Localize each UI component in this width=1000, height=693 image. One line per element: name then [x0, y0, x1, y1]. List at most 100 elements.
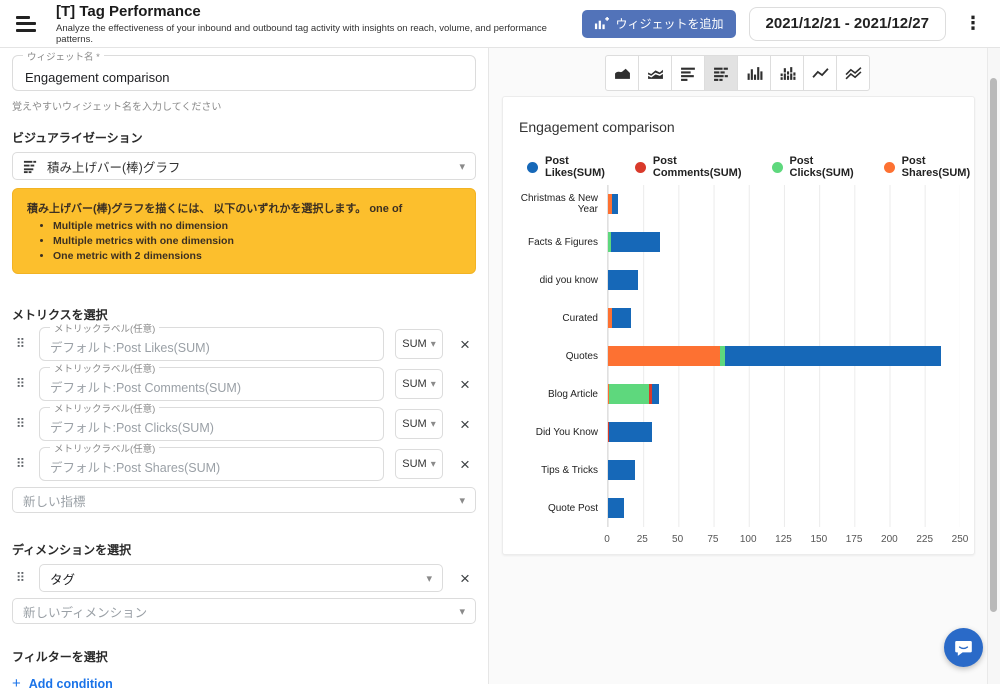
x-tick-label: 200 [881, 534, 898, 545]
app-header: [T] Tag Performance Analyze the effectiv… [0, 0, 1000, 48]
remove-metric-icon[interactable]: × [454, 416, 476, 433]
remove-metric-icon[interactable]: × [454, 456, 476, 473]
chart-type-bar-chart-button[interactable] [671, 55, 705, 91]
bar-segment[interactable] [609, 384, 649, 404]
bar-track [607, 451, 960, 489]
bar-track [607, 223, 960, 261]
widget-name-label: ウィジェット名 * [23, 49, 104, 63]
bar-segment[interactable] [611, 232, 660, 252]
chart-type-column-chart-button[interactable] [737, 55, 771, 91]
bar-segment[interactable] [608, 270, 638, 290]
stacked-bar[interactable] [608, 308, 631, 328]
aggregation-select[interactable]: SUM▾ [395, 409, 443, 439]
category-label: Curated [517, 313, 607, 324]
widget-name-field: ウィジェット名 * [12, 55, 476, 91]
stacked-bar[interactable] [608, 270, 638, 290]
metric-label-field: メトリックラベル(任意) [39, 447, 384, 481]
category-label: Christmas & New Year [517, 193, 607, 215]
bar-segment[interactable] [612, 308, 630, 328]
add-dimension-select[interactable]: 新しいディメンション ▾ [12, 598, 476, 624]
legend-label: Post Shares(SUM) [902, 155, 970, 179]
stacked-bar[interactable] [608, 194, 618, 214]
bar-segment[interactable] [608, 498, 624, 518]
bar-segment[interactable] [612, 194, 618, 214]
x-tick-label: 225 [916, 534, 933, 545]
kebab-menu-icon[interactable]: ⋮ [960, 13, 986, 34]
chart-type-stacked-area-chart-button[interactable] [638, 55, 672, 91]
visualization-select[interactable]: 積み上げバー(棒)グラフ ▾ [12, 152, 476, 180]
menu-icon[interactable] [16, 16, 38, 32]
legend-item[interactable]: Post Shares(SUM) [884, 155, 970, 179]
chevron-down-icon: ▾ [426, 572, 432, 585]
legend-item[interactable]: Post Comments(SUM) [635, 155, 742, 179]
add-metric-select[interactable]: 新しい指標 ▾ [12, 487, 476, 513]
remove-dimension-icon[interactable]: × [454, 570, 476, 587]
chat-button[interactable] [944, 628, 983, 667]
chevron-down-icon: ▾ [431, 419, 436, 430]
bar-segment[interactable] [725, 346, 941, 366]
chart-row: Quotes [517, 337, 960, 375]
legend-dot [527, 162, 538, 173]
bar-track [607, 375, 960, 413]
aggregation-select[interactable]: SUM▾ [395, 369, 443, 399]
stacked-bar[interactable] [608, 498, 624, 518]
aggregation-select[interactable]: SUM▾ [395, 449, 443, 479]
bar-track [607, 299, 960, 337]
aggregation-select[interactable]: SUM▾ [395, 329, 443, 359]
date-range-picker[interactable]: 2021/12/21 - 2021/12/27 [749, 7, 946, 41]
x-tick-label: 250 [952, 534, 969, 545]
bar-track [607, 489, 960, 527]
warning-bullet: Multiple metrics with no dimension [53, 220, 461, 232]
drag-handle-icon[interactable]: ⠿ [12, 376, 28, 392]
chevron-down-icon: ▾ [431, 339, 436, 350]
scrollbar-thumb[interactable] [990, 78, 997, 612]
bar-segment[interactable] [609, 422, 651, 442]
legend-label: Post Clicks(SUM) [790, 155, 854, 179]
dimension-select[interactable]: タグ ▾ [39, 564, 443, 592]
drag-handle-icon[interactable]: ⠿ [12, 570, 28, 586]
chart-type-area-chart-button[interactable] [605, 55, 639, 91]
metric-row: ⠿ メトリックラベル(任意) SUM▾ × [12, 407, 476, 441]
chart-plot: Christmas & New YearFacts & Figuresdid y… [517, 185, 960, 527]
stacked-bar[interactable] [608, 346, 941, 366]
chart-row: Quote Post [517, 489, 960, 527]
legend-label: Post Likes(SUM) [545, 155, 605, 179]
bar-track [607, 413, 960, 451]
warning-intro: 積み上げバー(棒)グラフを描くには、 以下のいずれかを選択します。 one of [27, 200, 461, 216]
stacked-bar[interactable] [608, 460, 635, 480]
legend-item[interactable]: Post Clicks(SUM) [772, 155, 854, 179]
bar-segment[interactable] [608, 460, 635, 480]
warning-bullet: Multiple metrics with one dimension [53, 235, 461, 247]
chart-type-line-chart-button[interactable] [803, 55, 837, 91]
chevron-down-icon: ▾ [431, 459, 436, 470]
scrollbar-track[interactable] [987, 48, 1000, 684]
chart-type-multi-line-chart-button[interactable] [836, 55, 870, 91]
chevron-down-icon: ▾ [459, 605, 465, 618]
stacked-bar[interactable] [608, 384, 659, 404]
chart-type-stacked-column-chart-button[interactable] [770, 55, 804, 91]
x-tick-label: 175 [846, 534, 863, 545]
add-widget-button[interactable]: ウィジェットを追加 [582, 10, 736, 38]
bar-segment[interactable] [608, 346, 720, 366]
stacked-bar[interactable] [608, 422, 652, 442]
stacked-bar[interactable] [608, 232, 660, 252]
metric-rows: ⠿ メトリックラベル(任意) SUM▾ × ⠿ メトリックラベル(任意) SUM… [12, 327, 476, 481]
legend-dot [635, 162, 646, 173]
remove-metric-icon[interactable]: × [454, 336, 476, 353]
chart-row: Tips & Tricks [517, 451, 960, 489]
add-widget-icon [594, 16, 609, 31]
legend-item[interactable]: Post Likes(SUM) [527, 155, 605, 179]
chart-type-toolbar [489, 55, 986, 91]
remove-metric-icon[interactable]: × [454, 376, 476, 393]
chevron-down-icon: ▾ [459, 494, 465, 507]
bar-segment[interactable] [652, 384, 659, 404]
bar-track [607, 185, 960, 223]
x-tick-label: 150 [810, 534, 827, 545]
drag-handle-icon[interactable]: ⠿ [12, 336, 28, 352]
chart-row: Blog Article [517, 375, 960, 413]
chart-title: Engagement comparison [519, 119, 960, 135]
drag-handle-icon[interactable]: ⠿ [12, 456, 28, 472]
chart-type-stacked-bar-chart-button[interactable] [704, 55, 738, 91]
drag-handle-icon[interactable]: ⠿ [12, 416, 28, 432]
metric-label-field: メトリックラベル(任意) [39, 407, 384, 441]
